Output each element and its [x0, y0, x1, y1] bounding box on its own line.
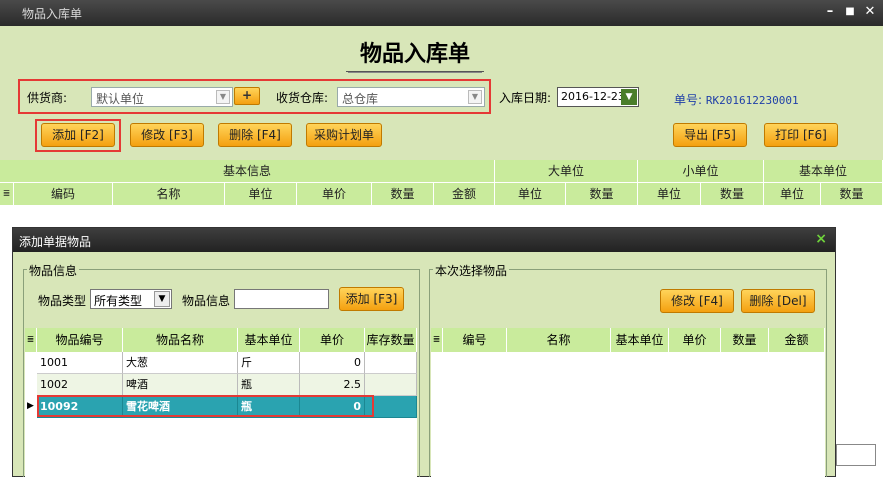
group-base-unit: 基本单位	[764, 160, 883, 183]
item-type-select[interactable]: 所有类型 ▼	[90, 289, 172, 309]
export-button[interactable]: 导出 [F5]	[673, 123, 747, 147]
group-small-unit: 小单位	[638, 160, 764, 183]
col-qty[interactable]: 数量	[372, 183, 434, 206]
date-value: 2016-12-23	[561, 90, 625, 103]
col-base-unit[interactable]: 单位	[764, 183, 821, 206]
close-icon[interactable]: ×	[815, 231, 827, 247]
item-code: 1001	[37, 352, 123, 374]
dialog-edit-button[interactable]: 修改 [F4]	[660, 289, 734, 313]
table-row[interactable]: 1002 啤酒 瓶 2.5	[25, 374, 417, 396]
col-sel-qty[interactable]: 数量	[721, 328, 769, 352]
item-info-input[interactable]	[234, 289, 329, 309]
col-sel-price[interactable]: 单价	[669, 328, 721, 352]
maximize-icon[interactable]: ■	[842, 3, 858, 21]
warehouse-select[interactable]: 总仓库 ▼	[337, 87, 485, 107]
warehouse-value: 总仓库	[342, 92, 379, 106]
item-name: 大葱	[123, 352, 238, 374]
item-type-label: 物品类型	[38, 294, 87, 308]
col-item-code[interactable]: 物品编号	[37, 328, 123, 352]
chevron-down-icon[interactable]: ▼	[468, 90, 482, 104]
item-info-group-title: 物品信息	[27, 262, 80, 279]
col-name[interactable]: 名称	[113, 183, 225, 206]
col-base-qty[interactable]: 数量	[821, 183, 883, 206]
group-basic-info: 基本信息	[0, 160, 495, 183]
doc-number-label: 单号:	[674, 93, 703, 107]
dialog-add-button[interactable]: 添加 [F3]	[339, 287, 404, 311]
warehouse-label: 收货仓库:	[276, 91, 329, 105]
col-sel-amount[interactable]: 金额	[769, 328, 825, 352]
add-item-dialog: 添加单据物品 × 物品信息 物品类型 所有类型 ▼ 物品信息 添加 [F3] ≣…	[12, 227, 836, 477]
add-button[interactable]: 添加 [F2]	[41, 123, 115, 147]
col-item-stock[interactable]: 库存数量	[365, 328, 417, 352]
add-supplier-button[interactable]: +	[234, 87, 260, 105]
row-header-icon[interactable]: ≣	[431, 328, 443, 352]
edit-button[interactable]: 修改 [F3]	[130, 123, 204, 147]
chevron-down-icon[interactable]: ▼	[154, 291, 170, 307]
delete-button[interactable]: 删除 [F4]	[218, 123, 292, 147]
date-picker[interactable]: 2016-12-23 ▼	[557, 87, 639, 107]
doc-number: 单号: RK201612230001	[674, 91, 799, 108]
dialog-title-bar: 添加单据物品 ×	[13, 228, 835, 252]
item-price: 2.5	[300, 374, 365, 396]
date-label: 入库日期:	[499, 91, 552, 105]
col-sel-name[interactable]: 名称	[507, 328, 611, 352]
window-title: 物品入库单	[22, 7, 83, 21]
item-info-label: 物品信息	[182, 294, 231, 308]
col-unit[interactable]: 单位	[225, 183, 297, 206]
main-window: 物品入库单 – ■ ✕ 物品入库单 供货商: 默认单位 ▼ + 收货仓库: 总仓…	[0, 0, 883, 477]
row-pointer-icon: ▶	[27, 401, 34, 411]
row-header-icon[interactable]: ≣	[0, 183, 14, 206]
col-sel-unit[interactable]: 基本单位	[611, 328, 669, 352]
main-grid-header: 基本信息 大单位 小单位 基本单位 ≣ 编码 名称 单位 单价 数量 金额 单位…	[0, 160, 883, 206]
doc-number-value: RK201612230001	[705, 94, 799, 107]
table-row[interactable]: 1001 大葱 斤 0	[25, 352, 417, 374]
col-small-unit[interactable]: 单位	[638, 183, 701, 206]
supplier-label: 供货商:	[27, 91, 68, 105]
item-price: 0	[300, 352, 365, 374]
col-amount[interactable]: 金额	[434, 183, 495, 206]
item-unit: 瓶	[238, 374, 300, 396]
col-item-name[interactable]: 物品名称	[123, 328, 238, 352]
dialog-delete-button[interactable]: 删除 [Del]	[741, 289, 815, 313]
col-big-unit[interactable]: 单位	[495, 183, 566, 206]
item-stock	[365, 352, 417, 374]
item-unit: 斤	[238, 352, 300, 374]
selected-items-table[interactable]: ≣ 编号 名称 基本单位 单价 数量 金额	[431, 328, 825, 477]
print-button[interactable]: 打印 [F6]	[764, 123, 838, 147]
dialog-title: 添加单据物品	[19, 235, 92, 249]
col-small-qty[interactable]: 数量	[701, 183, 764, 206]
col-item-unit[interactable]: 基本单位	[238, 328, 300, 352]
purchase-plan-button[interactable]: 采购计划单	[306, 123, 382, 147]
col-sel-code[interactable]: 编号	[443, 328, 507, 352]
group-big-unit: 大单位	[495, 160, 638, 183]
item-table: ≣ 物品编号 物品名称 基本单位 单价 库存数量 1001 大葱 斤 0 100…	[25, 328, 417, 477]
chevron-down-icon[interactable]: ▼	[621, 89, 637, 105]
selected-items-group-title: 本次选择物品	[433, 262, 510, 279]
close-icon[interactable]: ✕	[862, 3, 878, 21]
item-code: 1002	[37, 374, 123, 396]
col-code[interactable]: 编码	[14, 183, 113, 206]
item-stock	[365, 374, 417, 396]
minimize-icon[interactable]: –	[822, 3, 838, 21]
col-item-price[interactable]: 单价	[300, 328, 365, 352]
item-name: 啤酒	[123, 374, 238, 396]
item-type-value: 所有类型	[94, 294, 143, 308]
row-header-icon[interactable]: ≣	[25, 328, 37, 352]
col-big-qty[interactable]: 数量	[566, 183, 638, 206]
supplier-select[interactable]: 默认单位 ▼	[91, 87, 233, 107]
page-title: 物品入库单	[346, 36, 484, 72]
supplier-value: 默认单位	[96, 92, 145, 106]
selected-row-highlight	[37, 395, 374, 417]
col-price[interactable]: 单价	[297, 183, 372, 206]
chevron-down-icon[interactable]: ▼	[216, 90, 230, 104]
title-bar: 物品入库单 – ■ ✕	[0, 0, 883, 26]
footer-input[interactable]	[836, 444, 876, 466]
